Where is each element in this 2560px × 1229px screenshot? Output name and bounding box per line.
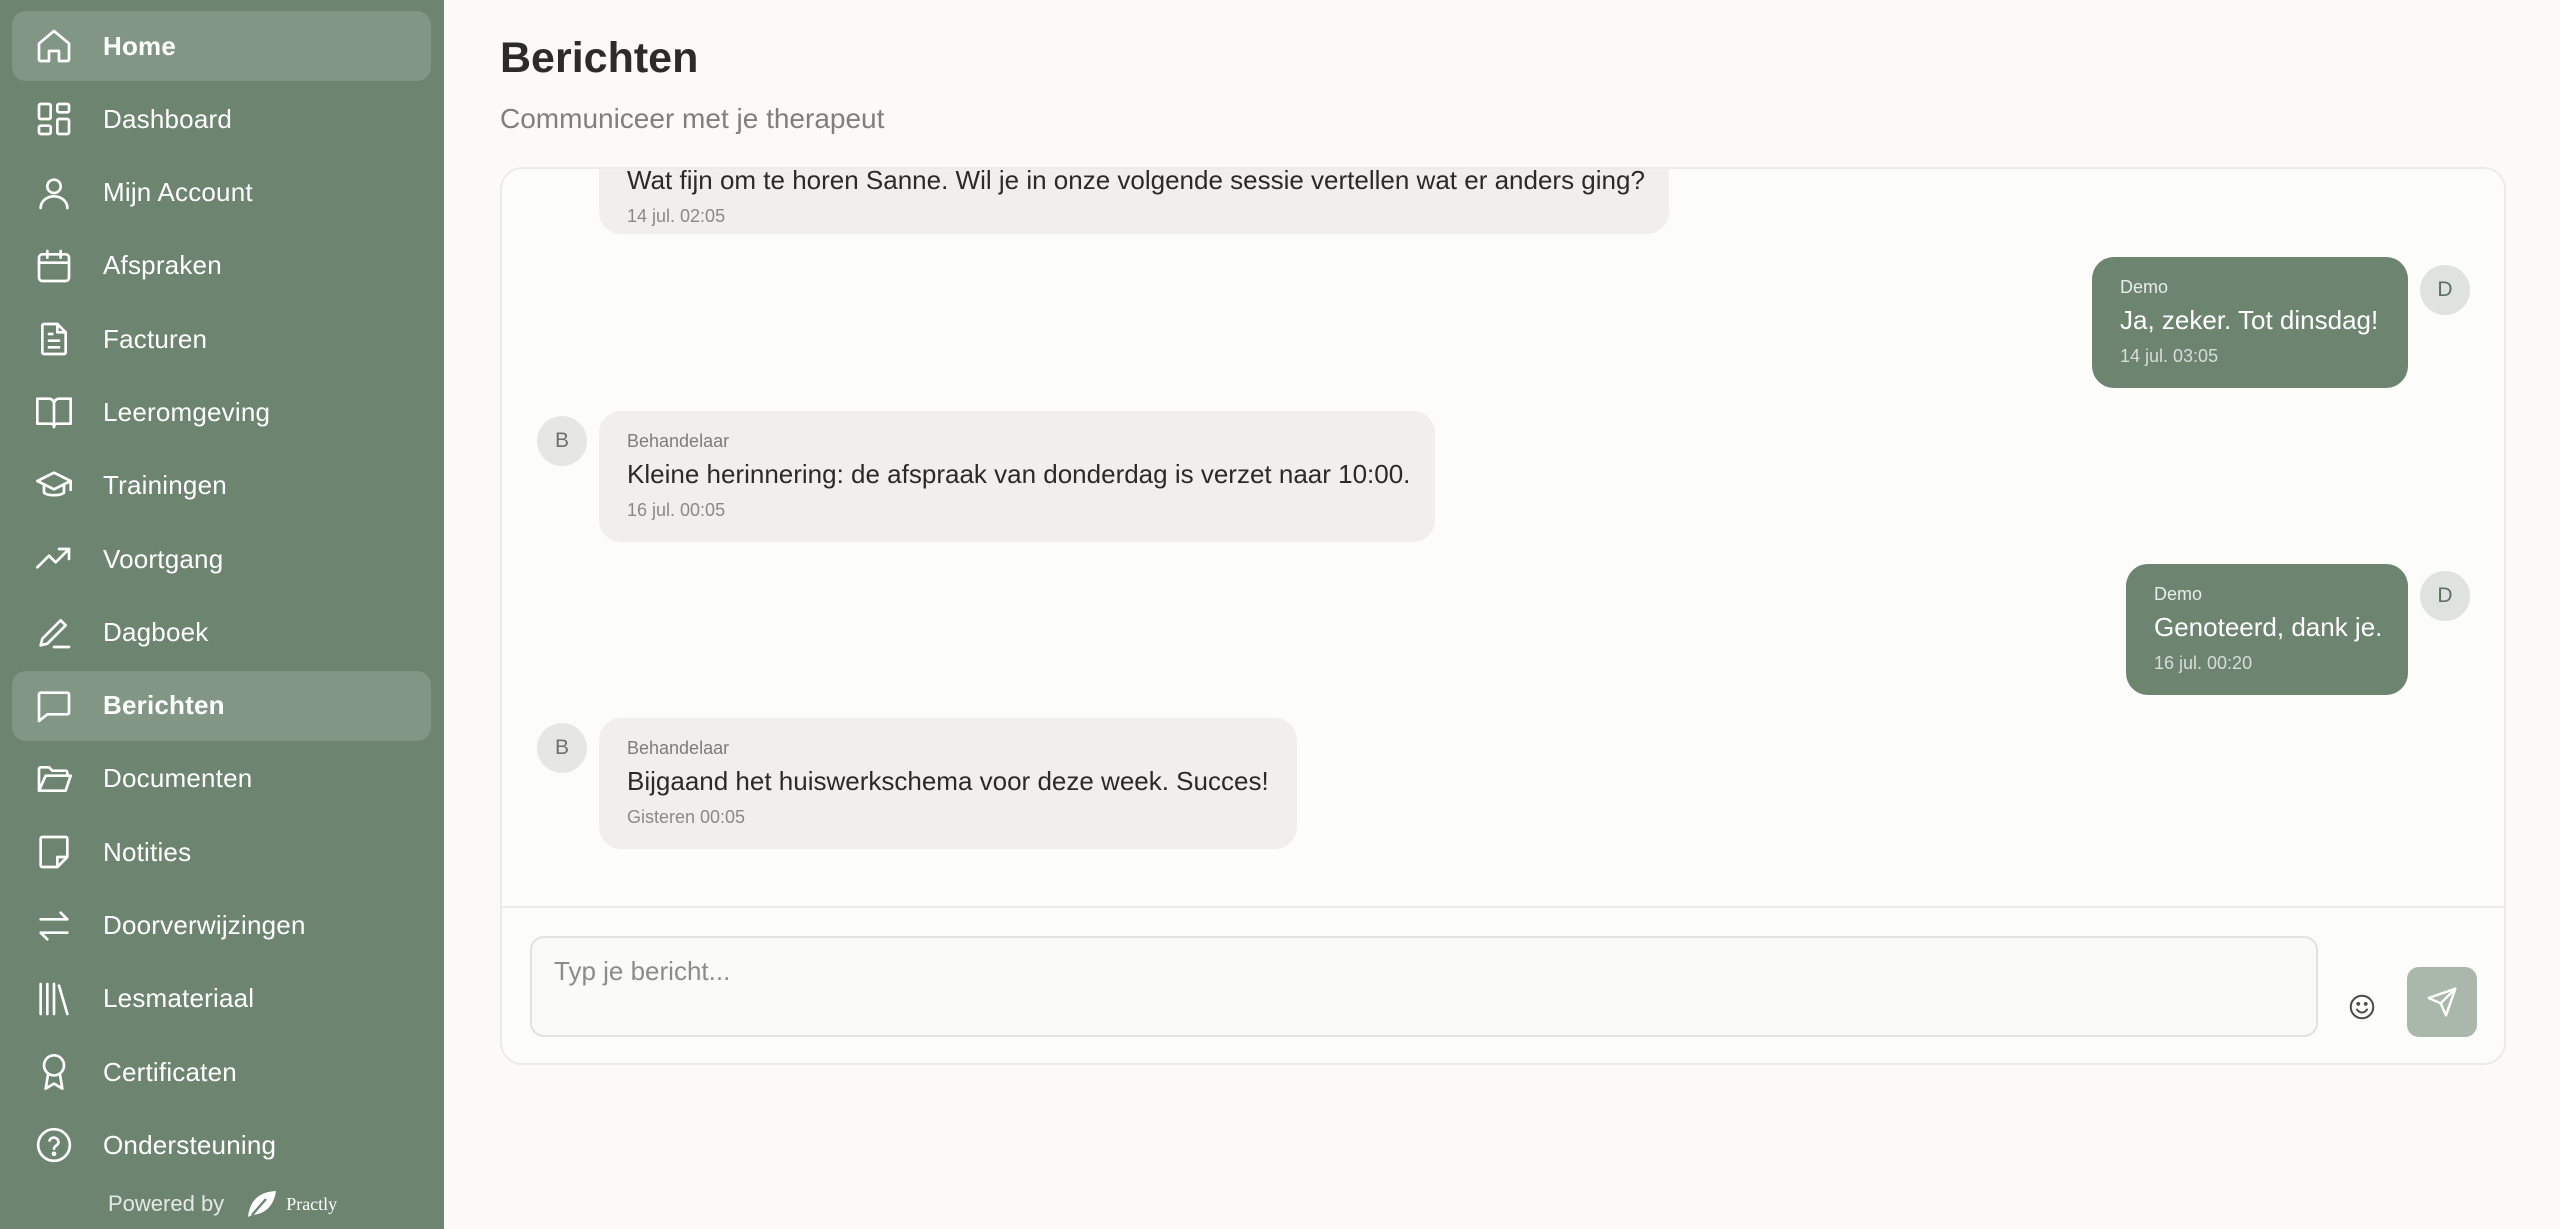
page-subtitle: Communiceer met je therapeut — [500, 103, 885, 134]
powered-by-label: Powered by — [108, 1191, 225, 1216]
smiley-icon — [2349, 994, 2375, 1020]
book-icon — [36, 397, 72, 429]
message-text: Ja, zeker. Tot dinsdag! — [2120, 305, 2379, 335]
message-sender: Behandelaar — [627, 431, 730, 451]
help-circle-icon — [36, 1128, 72, 1163]
message-icon — [37, 691, 71, 723]
sidebar: Home Dashboard Mijn Account Afspraken Fa… — [0, 0, 444, 1229]
sidebar-item-label: Afspraken — [103, 250, 222, 281]
sidebar-item-documenten[interactable]: Documenten — [12, 744, 431, 814]
sidebar-item-trainingen[interactable]: Trainingen — [12, 451, 431, 521]
powered-by: Powered by Practly — [108, 1189, 337, 1219]
emoji-button[interactable] — [2342, 987, 2382, 1027]
sidebar-item-label: Notities — [103, 836, 192, 867]
sidebar-item-label: Trainingen — [103, 470, 227, 501]
message-text: Bijgaand het huiswerkschema voor deze we… — [627, 766, 1269, 796]
sidebar-item-label: Mijn Account — [103, 177, 253, 208]
avatar: D — [2420, 571, 2470, 621]
message-text: Genoteerd, dank je. — [2154, 612, 2383, 642]
brand-name: Practly — [286, 1193, 338, 1214]
sidebar-item-doorverwijzingen[interactable]: Doorverwijzingen — [12, 891, 431, 961]
award-icon — [42, 1054, 66, 1091]
avatar: B — [537, 723, 587, 773]
home-icon — [37, 29, 71, 63]
message-input[interactable] — [530, 936, 2318, 1037]
message-time: 16 jul. 00:05 — [627, 500, 726, 520]
message-bubble-incoming: Behandelaar Bijgaand het huiswerkschema … — [599, 718, 1297, 849]
sidebar-item-label: Berichten — [103, 690, 225, 721]
message-time: 14 jul. 02:05 — [627, 206, 726, 226]
sidebar-item-label: Doorverwijzingen — [103, 910, 306, 941]
pen-icon — [39, 619, 71, 649]
message-list[interactable]: Wat fijn om te horen Sanne. Wil je in on… — [502, 169, 2504, 907]
sidebar-item-home[interactable]: Home — [12, 11, 431, 81]
message-sender: Demo — [2120, 277, 2169, 297]
sidebar-item-notities[interactable]: Notities — [12, 817, 431, 887]
message-text: Kleine herinnering: de afspraak van dond… — [627, 459, 1411, 489]
sidebar-item-afspraken[interactable]: Afspraken — [12, 231, 431, 301]
message-bubble-outgoing: Demo Ja, zeker. Tot dinsdag! 14 jul. 03:… — [2092, 257, 2408, 388]
message-bubble-incoming: Wat fijn om te horen Sanne. Wil je in on… — [599, 169, 1669, 234]
trending-up-icon — [36, 547, 71, 569]
dashboard-icon — [37, 102, 71, 136]
sidebar-item-dagboek[interactable]: Dagboek — [12, 597, 431, 667]
arrows-exchange-icon — [39, 910, 69, 941]
chat-panel: Wat fijn om te horen Sanne. Wil je in on… — [500, 167, 2506, 1065]
user-icon — [39, 177, 69, 209]
sidebar-item-label: Documenten — [103, 763, 253, 794]
composer-divider — [502, 906, 2504, 908]
sidebar-item-label: Facturen — [103, 323, 208, 354]
folder-icon — [37, 765, 72, 792]
message-bubble-outgoing: Demo Genoteerd, dank je. 16 jul. 00:20 — [2126, 564, 2408, 695]
sidebar-item-label: Certificaten — [103, 1056, 237, 1087]
sidebar-item-label: Dagboek — [103, 616, 209, 647]
sidebar-item-voortgang[interactable]: Voortgang — [12, 524, 431, 594]
send-button[interactable] — [2407, 967, 2477, 1037]
page-title: Berichten — [500, 34, 699, 82]
sidebar-item-label: Voortgang — [103, 543, 224, 574]
graduation-cap-icon — [36, 471, 72, 497]
message-bubble-incoming: Behandelaar Kleine herinnering: de afspr… — [599, 411, 1435, 542]
invoice-icon — [41, 322, 67, 356]
note-icon — [39, 835, 69, 869]
sidebar-item-leeromgeving[interactable]: Leeromgeving — [12, 377, 431, 447]
sidebar-item-certificaten[interactable]: Certificaten — [12, 1037, 431, 1107]
sidebar-item-label: Leeromgeving — [103, 396, 271, 427]
avatar: B — [537, 416, 587, 466]
sidebar-nav: Home Dashboard Mijn Account Afspraken Fa… — [12, 11, 431, 1184]
sidebar-item-label: Home — [103, 30, 177, 61]
sidebar-item-lesmateriaal[interactable]: Lesmateriaal — [12, 964, 431, 1034]
leaf-logo-icon — [248, 1191, 277, 1217]
sidebar-item-label: Dashboard — [103, 103, 232, 134]
message-sender: Demo — [2154, 584, 2203, 604]
brand-logo[interactable]: Practly — [246, 1189, 337, 1219]
message-time: Gisteren 00:05 — [627, 807, 746, 827]
avatar: D — [2420, 265, 2470, 315]
sidebar-item-label: Lesmateriaal — [103, 983, 255, 1014]
sidebar-item-berichten[interactable]: Berichten — [12, 670, 431, 741]
sidebar-item-dashboard[interactable]: Dashboard — [12, 84, 431, 154]
message-time: 16 jul. 00:20 — [2154, 653, 2253, 673]
message-text: Wat fijn om te horen Sanne. Wil je in on… — [627, 169, 1645, 195]
send-icon — [2427, 987, 2457, 1017]
sidebar-item-mijn-account[interactable]: Mijn Account — [12, 158, 431, 228]
sidebar-item-ondersteuning[interactable]: Ondersteuning — [12, 1110, 431, 1180]
message-time: 14 jul. 03:05 — [2120, 346, 2219, 366]
sidebar-item-facturen[interactable]: Facturen — [12, 304, 431, 374]
library-icon — [39, 982, 69, 1016]
sidebar-item-label: Ondersteuning — [103, 1129, 277, 1160]
message-sender: Behandelaar — [627, 738, 730, 758]
calendar-icon — [37, 249, 71, 283]
